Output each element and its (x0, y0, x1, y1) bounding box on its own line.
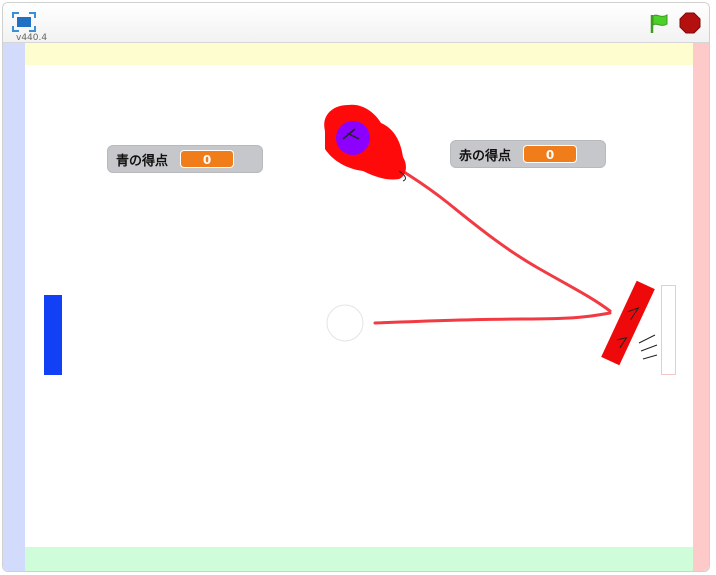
motion-lines (638, 334, 658, 360)
blue-score-label: 青の得点 (116, 153, 169, 169)
fireball-sprite (324, 104, 407, 182)
blue-score-value: 0 (180, 150, 235, 168)
fullscreen-icon[interactable] (12, 12, 36, 32)
version-label: v440.4 (16, 33, 48, 43)
player-toolbar: v440.4 (3, 3, 709, 43)
sprite-layer (324, 104, 658, 366)
red-paddle (601, 280, 655, 366)
red-score-value: 0 (523, 145, 578, 163)
ball-sprite (326, 304, 364, 342)
red-score-monitor: 赤の得点 0 (450, 140, 606, 168)
ball-trail (373, 311, 612, 325)
blue-score-monitor: 青の得点 0 (107, 145, 263, 173)
green-flag-icon[interactable] (648, 12, 670, 34)
scratch-player: v440.4 青の得点 0 赤の得点 0 (2, 2, 710, 572)
stop-sign-icon[interactable] (679, 12, 701, 34)
game-stage[interactable]: 青の得点 0 赤の得点 0 (3, 43, 709, 571)
red-score-label: 赤の得点 (459, 148, 512, 164)
